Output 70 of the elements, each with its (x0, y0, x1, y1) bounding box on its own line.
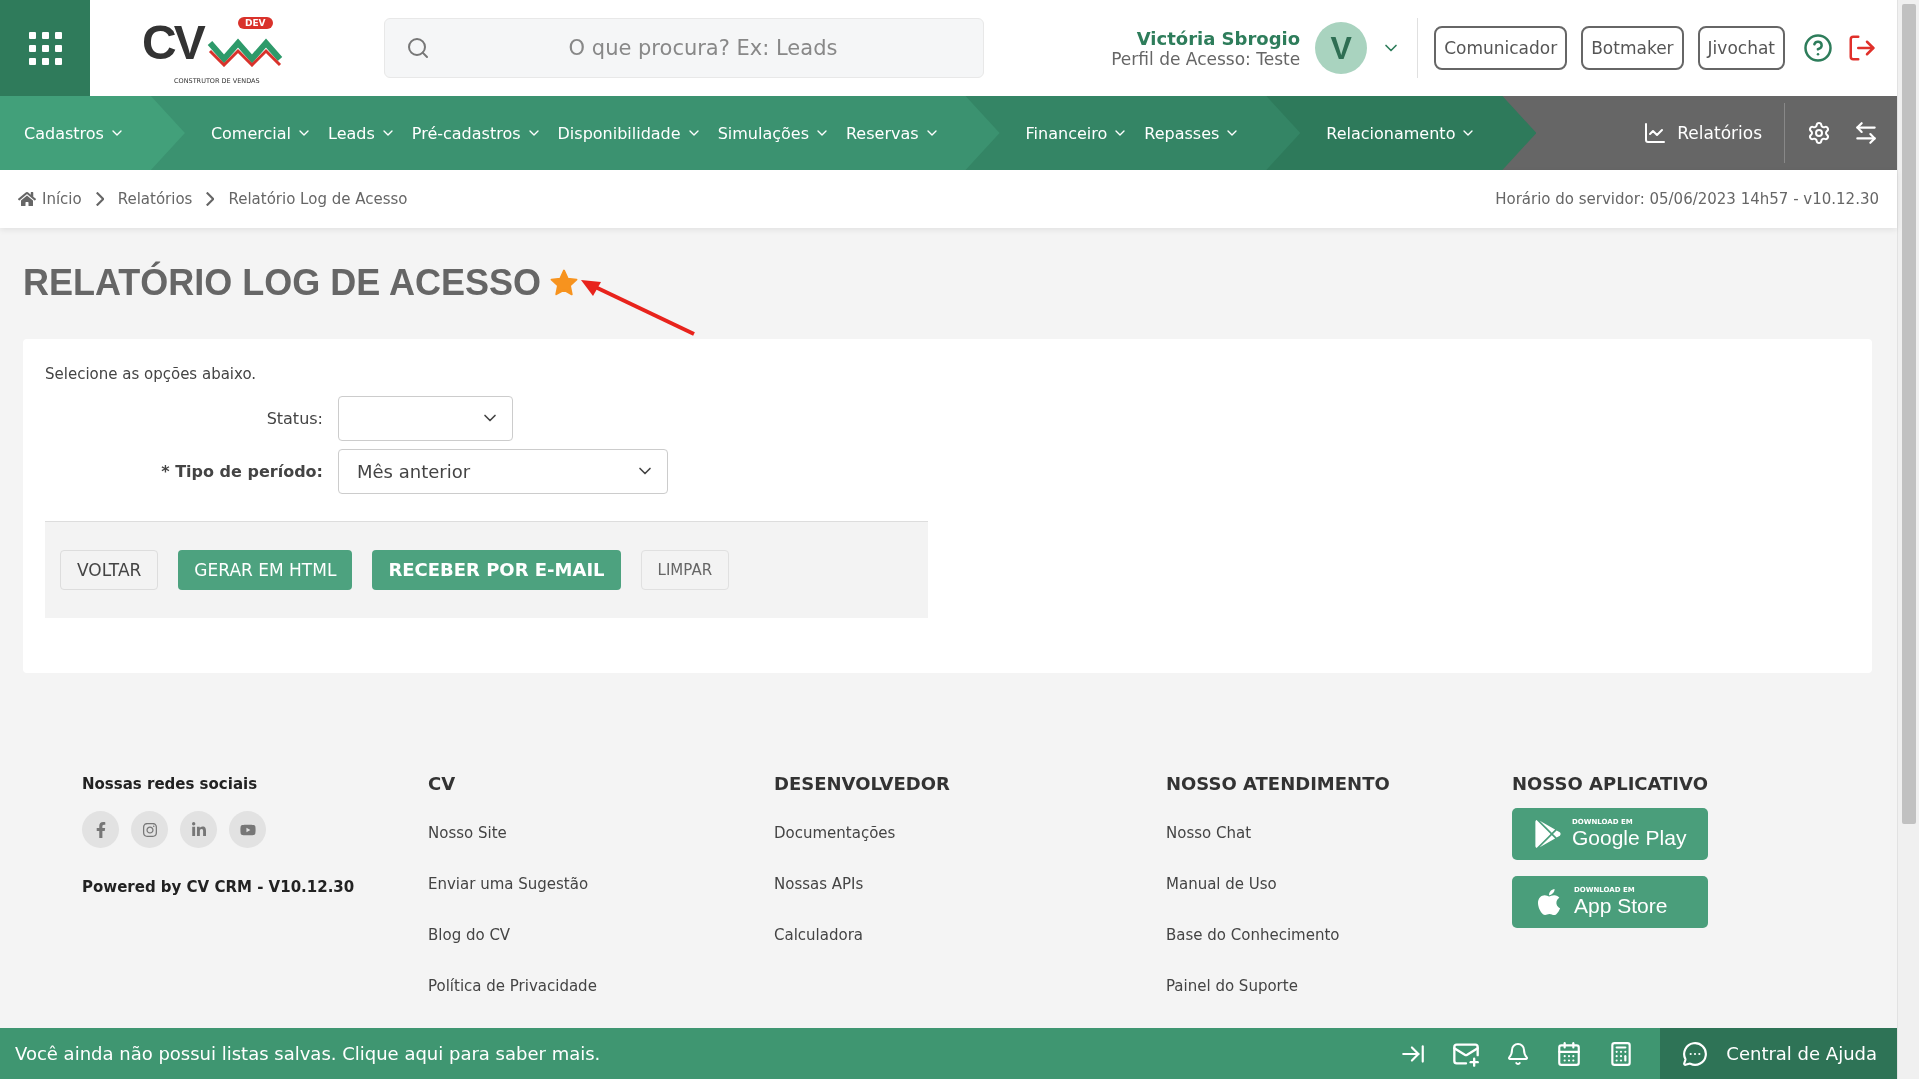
logout-icon[interactable] (1847, 33, 1877, 63)
bell-icon[interactable] (1506, 1041, 1531, 1066)
scrollbar[interactable] (1897, 0, 1919, 1079)
footer-heading: NOSSO APLICATIVO (1512, 773, 1709, 794)
swap-arrows-icon[interactable] (1853, 120, 1879, 146)
footer-link[interactable]: Calculadora (774, 926, 1166, 944)
field-label: Status: (265, 408, 324, 428)
instagram-icon[interactable] (131, 811, 168, 848)
breadcrumb-link[interactable]: Relatórios (117, 190, 193, 208)
action-button[interactable]: LIMPAR (640, 549, 730, 590)
user-avatar[interactable]: V (1315, 22, 1368, 74)
select-field[interactable]: Mês anterior (338, 448, 668, 494)
footer-link[interactable]: Painel do Suporte (1166, 977, 1512, 995)
form-instructions: Selecione as opções abaixo. (45, 364, 258, 383)
play-icon (1534, 820, 1562, 848)
chat-bubble-icon (1682, 1040, 1709, 1067)
apps-grid-button[interactable] (0, 0, 90, 96)
footer-link[interactable]: Manual de Uso (1166, 875, 1512, 893)
search-field[interactable]: O que procura? Ex: Leads (384, 18, 984, 78)
breadcrumb-link[interactable]: Início (18, 190, 82, 208)
header-button[interactable]: Comunicador (1434, 26, 1568, 70)
action-button[interactable]: GERAR EM HTML (178, 549, 353, 590)
line-chart-icon (1643, 121, 1668, 145)
chevron-right-icon (95, 192, 104, 206)
home-icon (18, 190, 36, 208)
breadcrumb-link[interactable]: Relatório Log de Acesso (228, 190, 408, 208)
saved-lists-notice[interactable]: Você ainda não possui listas salvas. Clique aqui para saber mais. (0, 1043, 601, 1064)
footer-heading: NOSSO ATENDIMENTO (1166, 773, 1391, 794)
help-icon[interactable] (1803, 33, 1833, 63)
user-name: Victória Sbrogio (1136, 27, 1301, 49)
header-button[interactable]: Jivochat (1697, 26, 1785, 70)
field-label: * Tipo de período: (160, 461, 324, 481)
calendar-icon[interactable] (1556, 1040, 1583, 1067)
reports-link[interactable]: Relatórios (1621, 103, 1785, 163)
footer-link[interactable]: Base do Conhecimento (1166, 926, 1512, 944)
nav-menu-item[interactable]: Pré-cadastros (411, 123, 542, 143)
star-icon[interactable] (549, 267, 580, 298)
footer-heading: DESENVOLVEDOR (774, 773, 951, 794)
page-title: RELATÓRIO LOG DE ACESSO (23, 261, 542, 304)
nav-menu-item[interactable]: Leads (328, 123, 396, 143)
powered-by-text: Powered by CV CRM - V10.12.30 (82, 878, 356, 896)
chevron-right-icon (206, 192, 215, 206)
action-button[interactable]: RECEBER POR E-MAIL (372, 549, 621, 590)
server-time: Horário do servidor: 05/06/2023 14h57 - v10.12.30 (1495, 190, 1879, 208)
footer-link[interactable]: Documentações (774, 824, 1166, 842)
access-profile: Perfil de Acesso: Teste (1111, 48, 1301, 69)
footer-heading: CV (428, 773, 457, 794)
youtube-icon[interactable] (229, 811, 266, 848)
action-button[interactable]: VOLTAR (60, 549, 159, 590)
footer-link[interactable]: Enviar uma Sugestão (428, 875, 774, 893)
footer-link[interactable]: Política de Privacidade (428, 977, 774, 995)
footer-link[interactable]: Nosso Site (428, 824, 774, 842)
footer-link[interactable]: Nosso Chat (1166, 824, 1512, 842)
nav-menu-item[interactable]: Cadastros (24, 123, 125, 143)
select-field[interactable] (338, 395, 513, 441)
help-center-button[interactable]: Central de Ajuda (1660, 1028, 1897, 1079)
footer-link[interactable]: Blog do CV (428, 926, 774, 944)
nav-menu-item[interactable]: Simulações (717, 123, 830, 143)
nav-menu-item[interactable]: Relacionamento (1326, 123, 1477, 143)
nav-menu-item[interactable]: Disponibilidade (557, 123, 702, 143)
nav-menu-item[interactable]: Repasses (1144, 123, 1241, 143)
facebook-icon[interactable] (82, 811, 119, 848)
nav-menu-item[interactable]: Reservas (845, 123, 940, 143)
footer-link[interactable]: Nossas APIs (774, 875, 1166, 893)
nav-menu-item[interactable]: Comercial (210, 123, 312, 143)
settings-icon[interactable] (1807, 121, 1831, 145)
nav-menu-item[interactable]: Financeiro (1025, 123, 1129, 143)
footer-heading: Nossas redes sociais (82, 775, 259, 793)
header-button[interactable]: Botmaker (1581, 26, 1684, 70)
linkedin-icon[interactable] (180, 811, 217, 848)
